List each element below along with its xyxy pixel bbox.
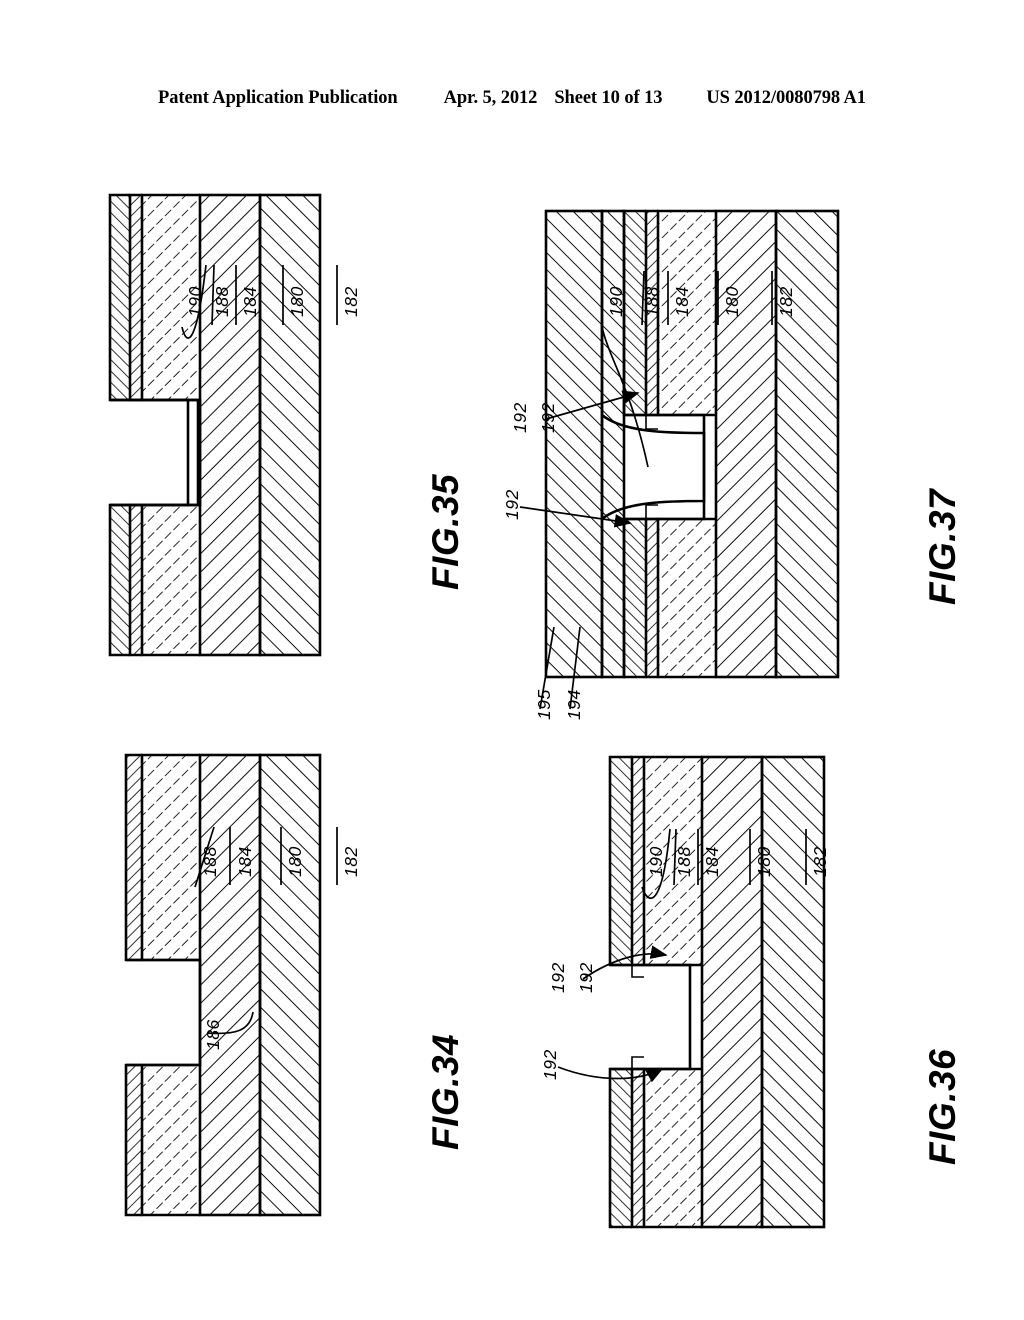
ref-label-194: 194: [564, 689, 584, 720]
ref-label-190: 190: [185, 286, 205, 317]
ref-label-186: 186: [203, 1019, 223, 1050]
ref-label-184: 184: [672, 286, 692, 317]
layer-182: [776, 211, 838, 677]
ref-label-182: 182: [810, 846, 830, 877]
ref-label-182: 182: [341, 846, 361, 877]
figure-36: 190 188 184 180 182 192 192 192 FIG.36: [470, 735, 1000, 1255]
layer-188-left: [632, 1069, 644, 1227]
figure-37: 190 188 184 180 182 192 192 192 195 194 …: [470, 175, 1010, 735]
layer-184-left: [658, 519, 716, 677]
sheet-header: Patent Application Publication Apr. 5, 2…: [0, 88, 1024, 109]
layer-180: [200, 755, 260, 1215]
notch-192-bottom: [631, 965, 644, 978]
ref-label-182: 182: [341, 286, 361, 317]
ref-label-192-b: 192: [538, 402, 558, 433]
layer-188-left: [130, 505, 142, 655]
ref-label-188: 188: [200, 846, 220, 877]
header-sheet-number: Sheet 10 of 13: [554, 88, 663, 108]
layer-182: [260, 195, 320, 655]
ref-label-188: 188: [212, 286, 232, 317]
layer-190-left: [624, 519, 646, 677]
header-publication-title: Patent Application Publication: [158, 88, 398, 108]
ref-label-192-b: 192: [576, 962, 596, 993]
figure-35-drawing: [108, 193, 322, 657]
notch-192-bottom: [645, 415, 658, 430]
layer-184-left: [644, 1069, 702, 1227]
figure-35: 190 188 184 180 182 FIG.35: [0, 175, 500, 675]
layer-180: [200, 195, 260, 655]
layer-188-left: [126, 1065, 142, 1215]
layer-184-left: [142, 1065, 200, 1215]
ref-label-192-a: 192: [548, 962, 568, 993]
ref-label-195: 195: [534, 689, 554, 720]
ref-label-180: 180: [722, 286, 742, 317]
layer-188-left: [646, 519, 658, 677]
ref-label-192-c: 192: [502, 489, 522, 520]
figure-36-drawing: [608, 755, 826, 1229]
ref-label-180: 180: [754, 846, 774, 877]
layer-180: [716, 211, 776, 677]
ref-label-190: 190: [646, 846, 666, 877]
figure-35-caption: FIG.35: [425, 473, 466, 590]
layer-194: [602, 211, 624, 677]
figure-37-drawing: [544, 209, 840, 679]
layer-190-right: [110, 195, 130, 400]
layer-180: [702, 757, 762, 1227]
layer-182: [762, 757, 824, 1227]
ref-label-184: 184: [240, 286, 260, 317]
trench-outline: [624, 413, 706, 521]
ref-label-180: 180: [285, 846, 305, 877]
ref-label-188: 188: [674, 846, 694, 877]
ref-label-190: 190: [606, 286, 626, 317]
figure-34: 188 184 180 182 186 FIG.34: [0, 735, 500, 1235]
ref-label-182: 182: [776, 286, 796, 317]
ref-label-192-c: 192: [540, 1049, 560, 1080]
layer-190-left-cap: [610, 1069, 632, 1227]
ref-label-184: 184: [702, 846, 722, 877]
figure-34-drawing: [124, 753, 322, 1217]
layer-190-right-cap: [610, 757, 632, 965]
figure-34-caption: FIG.34: [425, 1033, 466, 1150]
layer-188-right: [130, 195, 142, 400]
header-date: Apr. 5, 2012: [443, 88, 538, 108]
layer-184-right: [142, 755, 200, 960]
layer-182: [260, 755, 320, 1215]
layer-184-left: [142, 505, 200, 655]
figure-36-caption: FIG.36: [922, 1048, 963, 1165]
header-publication-number: US 2012/0080798 A1: [706, 88, 866, 108]
notch-192-top: [631, 1056, 644, 1069]
ref-label-184: 184: [235, 846, 255, 877]
notch-192-top: [645, 504, 658, 519]
ref-label-180: 180: [287, 286, 307, 317]
layer-190-left: [110, 505, 130, 655]
ref-label-188: 188: [642, 286, 662, 317]
figure-37-caption: FIG.37: [922, 488, 963, 605]
ref-label-192-a: 192: [510, 402, 530, 433]
layer-188-right: [632, 757, 644, 965]
layer-195: [546, 211, 602, 677]
layer-188-right: [126, 755, 142, 960]
